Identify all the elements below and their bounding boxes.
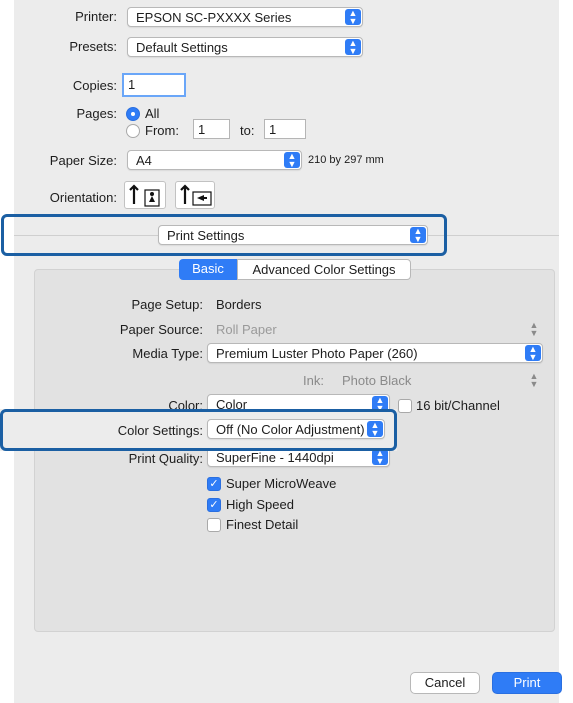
pages-all-label: All [145,106,160,121]
media-type-label: Media Type: [132,346,203,361]
pages-from-label: From: [145,123,179,138]
paper-size-label: Paper Size: [49,153,117,168]
page-setup-value: Borders [216,297,262,312]
paper-source-label: Paper Source: [119,322,203,337]
orientation-portrait-button[interactable] [124,181,166,209]
section-popup[interactable]: Print Settings ▲ ▼ [158,225,428,245]
16-bit-label: 16 bit/Channel [416,398,500,413]
portrait-orientation-icon [129,184,160,207]
high-speed-label: High Speed [226,497,294,512]
printer-label: Printer: [75,9,117,24]
pages-all-radio[interactable] [126,107,140,121]
orientation-landscape-button[interactable] [175,181,215,209]
color-settings-popup[interactable]: Off (No Color Adjustment) ▲ ▼ [207,419,385,439]
landscape-orientation-icon [180,184,212,206]
pages-from-radio[interactable] [126,124,140,138]
tab-advanced-color-settings[interactable]: Advanced Color Settings [237,259,411,280]
paper-dimensions: 210 by 297 mm [308,154,384,166]
super-microweave-checkbox[interactable]: ✓ [207,477,221,491]
pages-to-field[interactable]: 1 [264,119,306,139]
orientation-label: Orientation: [49,190,117,205]
presets-label: Presets: [69,39,117,54]
media-type-value: Premium Luster Photo Paper (260) [216,346,418,361]
copies-field[interactable]: 1 [122,73,186,97]
ink-value: Photo Black [342,373,412,388]
chevron-updown-icon: ▲ ▼ [410,227,426,244]
high-speed-checkbox[interactable]: ✓ [207,498,221,512]
tab-basic[interactable]: Basic [179,259,237,280]
copies-label: Copies: [72,78,117,93]
chevron-updown-icon: ▲ ▼ [529,371,539,389]
chevron-updown-icon: ▲ ▼ [367,421,383,438]
presets-popup[interactable]: Default Settings ▲ ▼ [127,37,363,57]
chevron-updown-icon: ▲ ▼ [525,345,541,362]
super-microweave-label: Super MicroWeave [226,476,337,491]
16-bit-checkbox[interactable] [398,399,412,413]
print-quality-label: Print Quality: [128,451,203,466]
paper-size-popup[interactable]: A4 ▲ ▼ [127,150,302,170]
chevron-updown-icon: ▲ ▼ [529,320,539,338]
media-type-popup[interactable]: Premium Luster Photo Paper (260) ▲ ▼ [207,343,543,363]
finest-detail-label: Finest Detail [226,517,299,532]
color-settings-value: Off (No Color Adjustment) [216,422,365,437]
page-setup-label: Page Setup: [131,297,203,312]
printer-value: EPSON SC-PXXXX Series [136,10,292,25]
finest-detail-checkbox[interactable] [207,518,221,532]
pages-from-field[interactable]: 1 [193,119,230,139]
print-quality-value: SuperFine - 1440dpi [216,450,334,465]
chevron-updown-icon: ▲ ▼ [284,152,300,169]
cancel-button[interactable]: Cancel [410,672,480,694]
presets-value: Default Settings [136,40,228,55]
paper-size-value: A4 [136,153,152,168]
section-popup-value: Print Settings [167,228,245,243]
paper-source-popup[interactable]: Roll Paper ▲ ▼ [207,319,543,339]
ink-popup[interactable]: Photo Black ▲ ▼ [333,369,543,389]
print-button[interactable]: Print [492,672,562,694]
chevron-updown-icon: ▲ ▼ [345,39,361,56]
chevron-updown-icon: ▲ ▼ [372,449,388,466]
chevron-updown-icon: ▲ ▼ [345,9,361,26]
ink-label: Ink: [303,373,324,388]
color-settings-label: Color Settings: [117,423,203,438]
pages-label: Pages: [76,106,117,121]
paper-source-value: Roll Paper [216,322,277,337]
printer-popup[interactable]: EPSON SC-PXXXX Series ▲ ▼ [127,7,363,27]
pages-to-label: to: [240,123,255,138]
